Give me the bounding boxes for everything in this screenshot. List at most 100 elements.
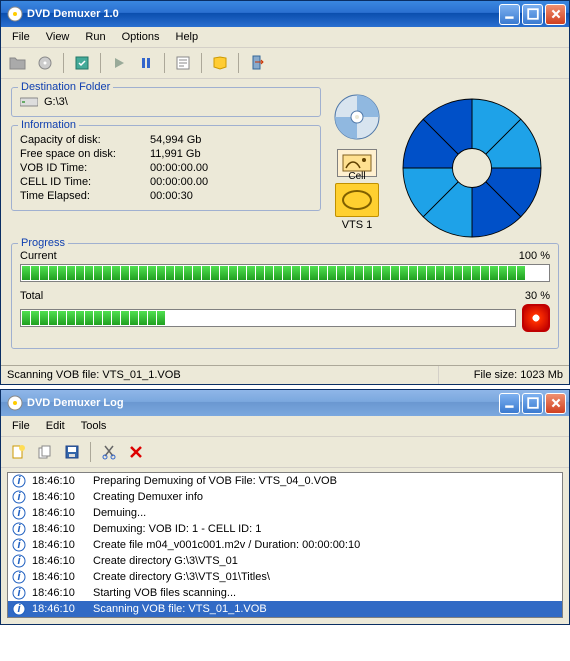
menu-help[interactable]: Help <box>169 29 206 45</box>
information-legend: Information <box>18 119 79 131</box>
log-save-button[interactable] <box>60 440 84 464</box>
total-label: Total <box>20 290 43 302</box>
log-list[interactable]: i 18:46:10 Preparing Demuxing of VOB File:… <box>7 472 563 618</box>
minimize-button[interactable] <box>499 4 520 25</box>
toolbar-separator <box>100 53 101 73</box>
info-icon: i <box>12 538 26 552</box>
info-icon: i <box>12 554 26 568</box>
log-menu-edit[interactable]: Edit <box>39 418 72 434</box>
log-time: 18:46:10 <box>32 587 87 599</box>
log-menu-tools[interactable]: Tools <box>74 418 114 434</box>
log-menubar: File Edit Tools <box>1 416 569 437</box>
toolbar-separator <box>90 442 91 462</box>
main-title: DVD Demuxer 1.0 <box>27 8 499 20</box>
settings-button[interactable] <box>70 51 94 75</box>
status-left: Scanning VOB file: VTS_01_1.VOB <box>1 366 439 384</box>
log-delete-button[interactable] <box>124 440 148 464</box>
log-titlebar[interactable]: DVD Demuxer Log <box>1 390 569 416</box>
vts-icon[interactable] <box>335 183 379 217</box>
main-titlebar[interactable]: DVD Demuxer 1.0 <box>1 1 569 27</box>
toolbar-separator <box>238 53 239 73</box>
app-icon <box>7 395 23 411</box>
log-close-button[interactable] <box>545 393 566 414</box>
log-row[interactable]: i 18:46:10 Creating Demuxer info <box>8 489 562 505</box>
info-label: VOB ID Time: <box>20 162 150 174</box>
info-icon: i <box>12 602 26 616</box>
log-time: 18:46:10 <box>32 603 87 615</box>
log-minimize-button[interactable] <box>499 393 520 414</box>
main-statusbar: Scanning VOB file: VTS_01_1.VOB File siz… <box>1 365 569 384</box>
main-toolbar <box>1 48 569 79</box>
vts-label: VTS 1 <box>335 219 379 231</box>
log-msg: Starting VOB files scanning... <box>93 587 558 599</box>
info-label: Time Elapsed: <box>20 190 150 202</box>
log-msg: Create file m04_v001c001.m2v / Duration:… <box>93 539 558 551</box>
info-icon: i <box>12 506 26 520</box>
info-icon: i <box>12 474 26 488</box>
log-row[interactable]: i 18:46:10 Create directory G:\3\VTS_01 <box>8 553 562 569</box>
log-row[interactable]: i18:46:10Create directory G:\3\VTS_01\Ti… <box>8 569 562 585</box>
current-progressbar <box>20 264 550 282</box>
cell-label: Cell <box>335 171 379 182</box>
log-time: 18:46:10 <box>32 539 87 551</box>
destination-path: G:\3\ <box>44 96 68 108</box>
info-icon: i <box>12 586 26 600</box>
log-msg: Create directory G:\3\VTS_01 <box>93 555 558 567</box>
toolbar-separator <box>63 53 64 73</box>
drive-icon <box>20 96 38 108</box>
log-row[interactable]: i18:46:10Demuing... <box>8 505 562 521</box>
log-toolbar <box>1 437 569 468</box>
total-pct: 30 % <box>525 290 550 302</box>
log-button[interactable] <box>171 51 195 75</box>
main-content: Destination Folder G:\3\ Information Cap… <box>1 79 569 365</box>
stop-button[interactable] <box>522 304 550 332</box>
log-msg: Preparing Demuxing of VOB File: VTS_04_0… <box>93 475 558 487</box>
log-row[interactable]: i18:46:10Scanning VOB file: VTS_01_1.VOB <box>8 601 562 617</box>
log-time: 18:46:10 <box>32 507 87 519</box>
menu-view[interactable]: View <box>39 29 77 45</box>
progress-fieldset: Progress Current 100 % Total 30 % <box>11 243 559 349</box>
log-title: DVD Demuxer Log <box>27 397 499 409</box>
log-time: 18:46:10 <box>32 475 87 487</box>
help-button[interactable] <box>208 51 232 75</box>
log-time: 18:46:10 <box>32 523 87 535</box>
exit-button[interactable] <box>245 51 269 75</box>
open-disc-button[interactable] <box>33 51 57 75</box>
log-row[interactable]: i 18:46:10 Starting VOB files scanning... <box>8 585 562 601</box>
info-value: 00:00:30 <box>150 190 312 202</box>
current-label: Current <box>20 250 57 262</box>
play-button[interactable] <box>107 51 131 75</box>
info-label: Free space on disk: <box>20 148 150 160</box>
pie-chart <box>397 93 547 243</box>
info-icon: i <box>12 522 26 536</box>
log-row[interactable]: i 18:46:10 Preparing Demuxing of VOB File:… <box>8 473 562 489</box>
total-progressbar <box>20 309 516 327</box>
log-time: 18:46:10 <box>32 491 87 503</box>
log-msg: Create directory G:\3\VTS_01\Titles\ <box>93 571 558 583</box>
menu-run[interactable]: Run <box>78 29 112 45</box>
info-label: CELL ID Time: <box>20 176 150 188</box>
pause-button[interactable] <box>134 51 158 75</box>
log-new-button[interactable] <box>6 440 30 464</box>
menu-options[interactable]: Options <box>115 29 167 45</box>
disc-icon <box>333 93 381 141</box>
info-icon: i <box>12 570 26 584</box>
maximize-button[interactable] <box>522 4 543 25</box>
log-time: 18:46:10 <box>32 555 87 567</box>
info-value: 00:00:00.00 <box>150 176 312 188</box>
info-value: 00:00:00.00 <box>150 162 312 174</box>
close-button[interactable] <box>545 4 566 25</box>
main-window: DVD Demuxer 1.0 File View Run Options He… <box>0 0 570 385</box>
open-folder-button[interactable] <box>6 51 30 75</box>
log-maximize-button[interactable] <box>522 393 543 414</box>
log-msg: Creating Demuxer info <box>93 491 558 503</box>
log-row[interactable]: i18:46:10Demuxing: VOB ID: 1 - CELL ID: … <box>8 521 562 537</box>
menu-file[interactable]: File <box>5 29 37 45</box>
log-row[interactable]: i 18:46:10 Create file m04_v001c001.m2v / … <box>8 537 562 553</box>
log-menu-file[interactable]: File <box>5 418 37 434</box>
log-copy-button[interactable] <box>33 440 57 464</box>
destination-legend: Destination Folder <box>18 81 113 93</box>
info-icon: i <box>12 490 26 504</box>
current-pct: 100 % <box>519 250 550 262</box>
log-cut-button[interactable] <box>97 440 121 464</box>
